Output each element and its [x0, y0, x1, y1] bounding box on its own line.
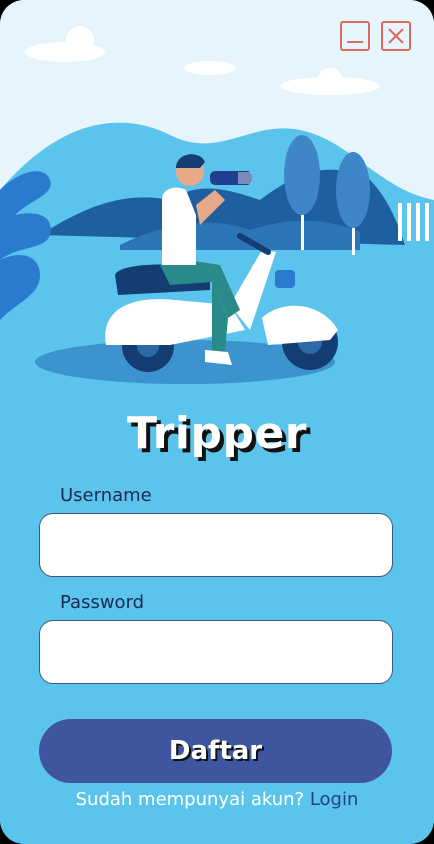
password-label: Password — [60, 592, 145, 613]
register-button[interactable]: Daftar — [39, 719, 392, 783]
app-window: Tripper Username Password Daftar Sudah m… — [0, 0, 434, 844]
minimize-button[interactable] — [340, 21, 370, 51]
minimize-icon — [347, 41, 363, 43]
close-button[interactable] — [381, 21, 411, 51]
login-prompt-text: Sudah mempunyai akun? — [75, 789, 305, 810]
username-input[interactable] — [39, 513, 393, 577]
close-icon — [388, 28, 404, 44]
password-input[interactable] — [39, 620, 393, 684]
app-title: Tripper — [127, 408, 307, 459]
cloud-decoration — [25, 26, 380, 95]
username-label: Username — [60, 485, 152, 506]
login-prompt: Sudah mempunyai akun? Login — [0, 789, 434, 810]
login-link[interactable]: Login — [310, 789, 359, 810]
hill-illustration — [0, 26, 434, 420]
